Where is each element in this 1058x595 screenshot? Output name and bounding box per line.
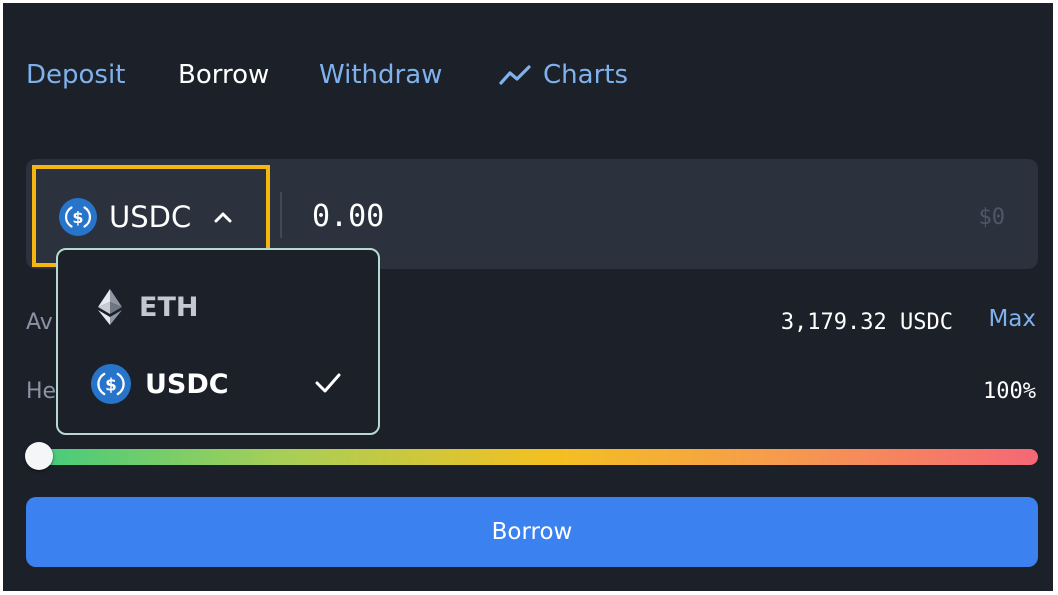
dropdown-option-label: ETH (139, 291, 199, 323)
tab-borrow[interactable]: Borrow (178, 58, 269, 92)
tab-charts-label: Charts (543, 60, 628, 90)
usdc-icon: $ (59, 198, 97, 236)
available-amount: 3,179.32 USDC (780, 310, 953, 335)
trend-line-icon (499, 65, 531, 85)
usd-value: $0 (978, 205, 1006, 230)
borrow-slider-thumb[interactable] (25, 442, 53, 470)
borrow-button[interactable]: Borrow (26, 497, 1038, 567)
health-value: 100% (983, 379, 1036, 404)
selected-token-label: USDC (109, 200, 192, 234)
tab-deposit[interactable]: Deposit (26, 58, 125, 92)
available-label: Av (26, 310, 53, 335)
max-button[interactable]: Max (988, 306, 1036, 332)
borrow-panel: Deposit Borrow Withdraw Charts $ USDC 0.… (3, 3, 1053, 591)
svg-text:$: $ (72, 208, 83, 227)
borrow-slider-track[interactable] (26, 449, 1038, 465)
input-divider (280, 192, 282, 238)
token-dropdown: ETH $ USDC (56, 248, 380, 435)
svg-text:$: $ (105, 374, 117, 394)
token-select-button[interactable]: $ USDC (59, 195, 233, 239)
amount-input[interactable]: 0.00 (312, 197, 384, 237)
checkmark-icon (315, 373, 341, 393)
ethereum-icon (98, 289, 122, 325)
dropdown-option-usdc[interactable]: $ USDC (58, 354, 378, 414)
tab-withdraw[interactable]: Withdraw (319, 58, 442, 92)
usdc-icon: $ (91, 364, 131, 404)
tab-charts[interactable]: Charts (499, 58, 628, 92)
dropdown-option-label: USDC (145, 368, 229, 400)
chevron-up-icon (213, 210, 233, 224)
dropdown-option-eth[interactable]: ETH (58, 277, 378, 337)
health-label: He (26, 379, 57, 404)
